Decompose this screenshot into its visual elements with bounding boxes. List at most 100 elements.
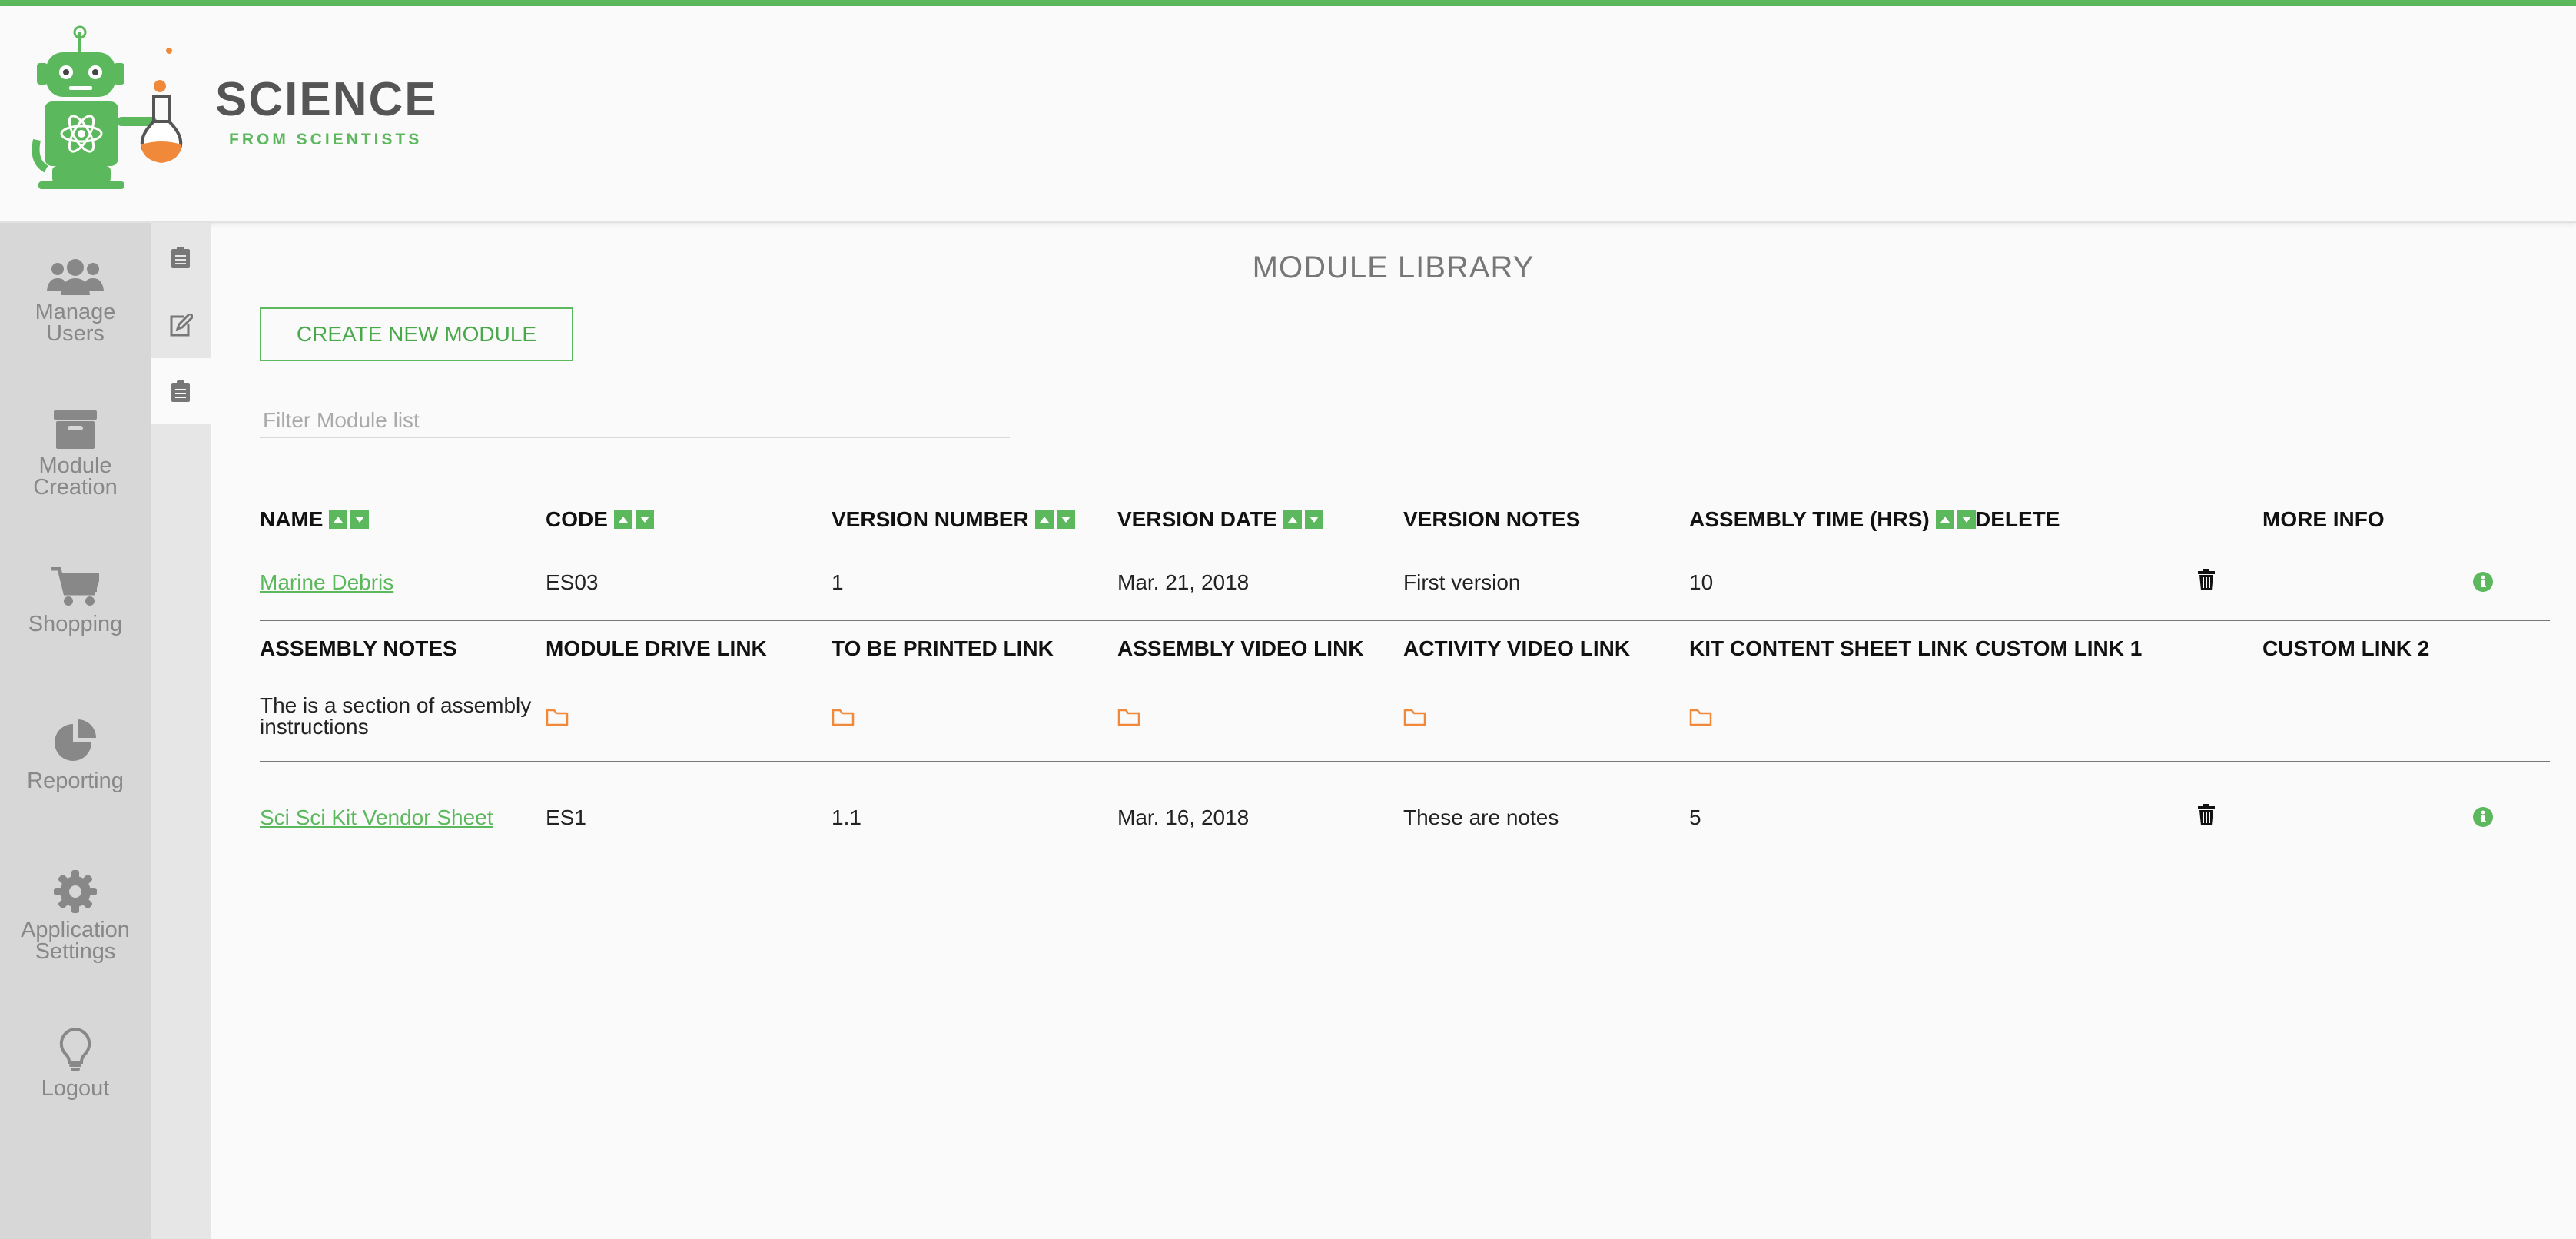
- clipboard-icon: [171, 247, 190, 268]
- detail-header-custom-link-2: CUSTOM LINK 2: [2262, 636, 2430, 660]
- module-version-date: Mar. 21, 2018: [1117, 570, 1250, 594]
- create-new-module-button[interactable]: CREATE NEW MODULE: [260, 307, 573, 361]
- module-version-notes: These are notes: [1403, 806, 1559, 829]
- app-header: SCIENCE FROM SCIENTISTS: [0, 6, 2576, 223]
- more-info-button[interactable]: [2473, 807, 2493, 832]
- column-header-version-number: VERSION NUMBER: [832, 507, 1075, 532]
- sidebar-item-label: Manage: [35, 300, 116, 324]
- info-circle-icon: [2473, 807, 2493, 827]
- edit-icon: [170, 314, 193, 337]
- module-assembly-time: 5: [1689, 806, 1701, 829]
- module-version-notes: First version: [1403, 570, 1521, 594]
- archive-box-icon: [54, 410, 97, 449]
- assembly-notes-line: The is a section of assembly: [260, 693, 532, 717]
- lightbulb-icon: [59, 1027, 91, 1071]
- column-header-label: VERSION NUMBER: [832, 507, 1029, 531]
- sort-descending-icon[interactable]: [1304, 510, 1323, 529]
- sidebar-item-reporting[interactable]: Reporting: [0, 719, 151, 792]
- sidebar-item-label: Creation: [33, 475, 118, 500]
- column-header-version-notes: VERSION NOTES: [1403, 507, 1580, 532]
- more-info-button[interactable]: [2473, 572, 2493, 597]
- column-header-label: VERSION DATE: [1117, 507, 1277, 531]
- clipboard-icon: [171, 380, 190, 402]
- detail-header-custom-link-1: CUSTOM LINK 1: [1975, 636, 2143, 660]
- trash-icon: [2198, 569, 2215, 590]
- activity-video-link-button[interactable]: [1403, 707, 1426, 732]
- module-name-link[interactable]: Sci Sci Kit Vendor Sheet: [260, 806, 493, 830]
- column-header-label: MORE INFO: [2262, 507, 2385, 531]
- module-version-number: 1.1: [832, 806, 861, 829]
- users-icon: [47, 259, 104, 295]
- module-assembly-time: 10: [1689, 570, 1714, 594]
- sidebar-item-label: Module: [38, 453, 112, 478]
- sort-descending-icon[interactable]: [635, 510, 654, 529]
- folder-icon: [832, 709, 855, 726]
- sort-ascending-icon[interactable]: [1935, 510, 1954, 529]
- top-accent-bar: [0, 0, 2576, 6]
- subnav-edit-module[interactable]: [151, 292, 211, 358]
- module-name-link[interactable]: Marine Debris: [260, 570, 393, 595]
- filter-module-input[interactable]: [260, 404, 1010, 438]
- sidebar-item-shopping[interactable]: Shopping: [0, 567, 151, 636]
- brand-name: SCIENCE: [215, 73, 438, 126]
- row-divider: [260, 761, 2550, 762]
- folder-icon: [1403, 709, 1426, 726]
- sort-ascending-icon[interactable]: [1283, 510, 1302, 529]
- row-divider: [260, 620, 2550, 621]
- folder-icon: [1689, 709, 1712, 726]
- column-header-delete: DELETE: [1975, 507, 2060, 532]
- module-version-date: Mar. 16, 2018: [1117, 806, 1250, 829]
- delete-module-button[interactable]: [2198, 569, 2215, 596]
- module-drive-link-button[interactable]: [546, 707, 569, 732]
- subnav-module-list[interactable]: [151, 224, 211, 291]
- module-version-number: 1: [832, 570, 844, 594]
- sort-descending-icon[interactable]: [1957, 510, 1976, 529]
- sidebar-item-label: Shopping: [28, 612, 123, 636]
- column-header-label: NAME: [260, 507, 324, 531]
- detail-header-to-be-printed-link: TO BE PRINTED LINK: [832, 636, 1054, 660]
- sort-ascending-icon[interactable]: [329, 510, 348, 529]
- detail-header-assembly-video-link: ASSEMBLY VIDEO LINK: [1117, 636, 1364, 660]
- column-header-version-date: VERSION DATE: [1117, 507, 1323, 532]
- robot-logo-icon: [32, 25, 183, 189]
- detail-header-assembly-notes: ASSEMBLY NOTES: [260, 636, 457, 660]
- trash-icon: [2198, 804, 2215, 825]
- sidebar-item-logout[interactable]: Logout: [0, 1027, 151, 1101]
- assembly-notes-line: instructions: [260, 715, 369, 739]
- column-header-label: CODE: [546, 507, 608, 531]
- column-header-assembly-time: ASSEMBLY TIME (HRS): [1689, 507, 1976, 532]
- info-circle-icon: [2473, 572, 2493, 592]
- gear-icon: [54, 870, 97, 913]
- assembly-video-link-button[interactable]: [1117, 707, 1140, 732]
- page-title: MODULE LIBRARY: [1252, 251, 1535, 284]
- sidebar-item-application-settings[interactable]: Application Settings: [0, 870, 151, 964]
- sort-descending-icon[interactable]: [350, 510, 370, 529]
- column-header-label: VERSION NOTES: [1403, 507, 1581, 531]
- delete-module-button[interactable]: [2198, 804, 2215, 831]
- sidebar-item-label: Reporting: [27, 769, 124, 793]
- module-code: ES1: [546, 806, 586, 829]
- pie-chart-icon: [55, 719, 96, 761]
- column-header-name: NAME: [260, 507, 370, 532]
- sort-descending-icon[interactable]: [1056, 510, 1075, 529]
- sidebar-item-manage-users[interactable]: Manage Users: [0, 258, 151, 345]
- module-code: ES03: [546, 570, 599, 594]
- column-header-code: CODE: [546, 507, 654, 532]
- sort-ascending-icon[interactable]: [613, 510, 632, 529]
- sidebar-item-label: Settings: [35, 939, 116, 964]
- main-content: MODULE LIBRARY CREATE NEW MODULE NAME CO…: [211, 223, 2576, 1239]
- assembly-notes-text: The is a section of assembly instruction…: [260, 695, 531, 738]
- kit-content-sheet-link-button[interactable]: [1689, 707, 1712, 732]
- detail-header-module-drive-link: MODULE DRIVE LINK: [546, 636, 767, 660]
- column-header-label: ASSEMBLY TIME (HRS): [1689, 507, 1930, 531]
- sidebar: Manage Users Module Creation Shopping Re…: [0, 223, 151, 1239]
- column-header-label: DELETE: [1975, 507, 2060, 531]
- sort-ascending-icon[interactable]: [1034, 510, 1054, 529]
- detail-header-kit-content-sheet-link: KIT CONTENT SHEET LINK: [1689, 636, 1968, 660]
- folder-icon: [546, 709, 569, 726]
- sidebar-item-label: Logout: [41, 1076, 110, 1101]
- sidebar-item-module-creation[interactable]: Module Creation: [0, 410, 151, 500]
- to-be-printed-link-button[interactable]: [832, 707, 855, 732]
- logo[interactable]: SCIENCE FROM SCIENTISTS: [31, 25, 437, 194]
- subnav-module-library[interactable]: [151, 358, 211, 424]
